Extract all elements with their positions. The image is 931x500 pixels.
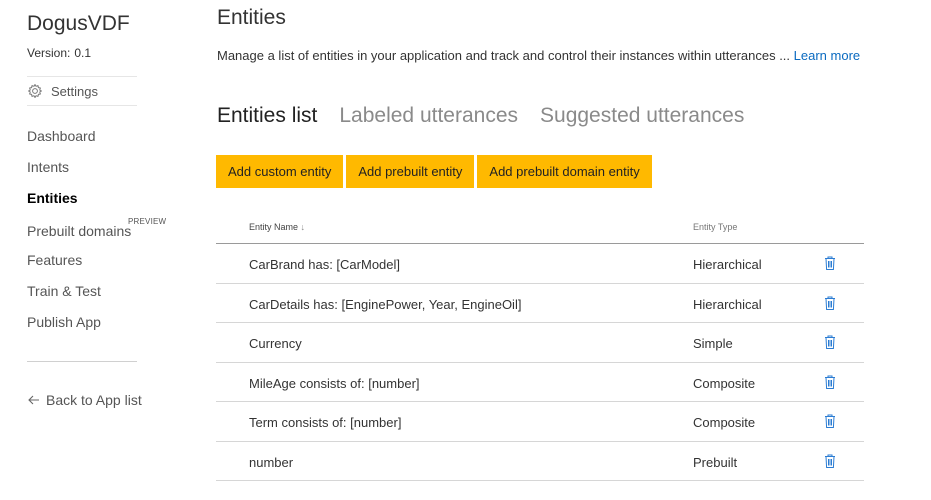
- entity-name[interactable]: Currency: [249, 336, 302, 351]
- action-buttons: Add custom entity Add prebuilt entity Ad…: [216, 155, 655, 188]
- sidebar-divider: [27, 361, 137, 362]
- sidebar-item-label: Train & Test: [27, 283, 101, 299]
- trash-icon[interactable]: [823, 413, 837, 429]
- column-header-entity-name[interactable]: Entity Name ↓: [249, 222, 305, 232]
- gear-icon: [27, 83, 43, 99]
- tab-entities-list[interactable]: Entities list: [217, 104, 317, 128]
- sidebar-item-publish-app[interactable]: Publish App: [27, 314, 131, 345]
- table-row[interactable]: MileAge consists of: [number] Composite: [216, 363, 864, 402]
- table-row[interactable]: CarBrand has: [CarModel] Hierarchical: [216, 244, 864, 284]
- entity-name[interactable]: MileAge consists of: [number]: [249, 376, 420, 391]
- entity-type: Composite: [693, 375, 756, 391]
- sidebar-item-label: Publish App: [27, 314, 101, 330]
- sidebar-item-label: Dashboard: [27, 128, 96, 144]
- table-row[interactable]: number Prebuilt: [216, 442, 864, 481]
- trash-icon[interactable]: [823, 334, 837, 350]
- trash-icon[interactable]: [823, 295, 837, 311]
- entity-name[interactable]: CarDetails has: [EnginePower, Year, Engi…: [249, 297, 521, 312]
- entity-type: Composite: [693, 415, 756, 430]
- table-row[interactable]: CarDetails has: [EnginePower, Year, Engi…: [216, 284, 864, 323]
- entity-type: Simple: [693, 336, 733, 351]
- add-custom-entity-button[interactable]: Add custom entity: [216, 155, 344, 188]
- app-name: DogusVDF: [27, 12, 130, 35]
- entity-name[interactable]: Term consists of: [number]: [249, 415, 401, 430]
- table-header: Entity Name ↓ Entity Type: [216, 209, 864, 244]
- page-title: Entities: [217, 6, 286, 29]
- entities-table: Entity Name ↓ Entity Type CarBrand has: …: [216, 209, 864, 481]
- tab-bar: Entities list Labeled utterances Suggest…: [217, 104, 766, 128]
- sidebar-item-prebuilt-domains[interactable]: Prebuilt domains PREVIEW: [27, 217, 166, 252]
- version-label: Version:: [27, 46, 71, 60]
- trash-icon[interactable]: [823, 374, 837, 390]
- column-header-label: Entity Name: [249, 222, 299, 232]
- sidebar-item-dashboard[interactable]: Dashboard: [27, 128, 131, 159]
- sidebar: DogusVDF Version: 0.1 Settings Dashboard …: [0, 0, 175, 500]
- entity-type: Hierarchical: [693, 296, 762, 312]
- table-row[interactable]: Term consists of: [number] Composite: [216, 402, 864, 442]
- page-description: Manage a list of entities in your applic…: [217, 47, 867, 64]
- tab-suggested-utterances[interactable]: Suggested utterances: [540, 104, 744, 128]
- entity-name[interactable]: number: [249, 455, 293, 470]
- tab-labeled-utterances[interactable]: Labeled utterances: [339, 104, 518, 128]
- entity-type: Hierarchical: [693, 257, 762, 272]
- sidebar-item-label: Features: [27, 252, 83, 268]
- sort-arrow-icon: ↓: [300, 222, 306, 232]
- entity-name[interactable]: CarBrand has: [CarModel]: [249, 257, 400, 272]
- settings-label: Settings: [51, 83, 98, 99]
- settings-link[interactable]: Settings: [27, 76, 137, 106]
- trash-icon[interactable]: [823, 453, 837, 469]
- column-header-entity-type: Entity Type: [693, 222, 738, 232]
- preview-badge: PREVIEW: [128, 217, 167, 226]
- add-prebuilt-entity-button[interactable]: Add prebuilt entity: [346, 155, 475, 188]
- entity-type: Prebuilt: [693, 454, 738, 470]
- back-to-app-list-link[interactable]: Back to App list: [27, 392, 147, 409]
- app-version: Version: 0.1: [27, 46, 91, 60]
- sidebar-item-label: Intents: [27, 159, 70, 175]
- arrow-left-icon: [27, 392, 40, 410]
- sidebar-item-features[interactable]: Features: [27, 252, 131, 283]
- table-row[interactable]: Currency Simple: [216, 323, 864, 363]
- sidebar-item-label: Prebuilt domains: [27, 223, 132, 239]
- sidebar-item-entities[interactable]: Entities: [27, 190, 131, 221]
- back-label: Back to App list: [46, 392, 142, 408]
- sidebar-item-intents[interactable]: Intents: [27, 159, 131, 190]
- trash-icon[interactable]: [823, 255, 837, 271]
- description-text: Manage a list of entities in your applic…: [217, 48, 794, 63]
- sidebar-nav: Dashboard Intents Entities Prebuilt doma…: [27, 128, 166, 345]
- version-value: 0.1: [74, 46, 92, 60]
- sidebar-item-label: Entities: [27, 190, 78, 206]
- add-prebuilt-domain-entity-button[interactable]: Add prebuilt domain entity: [477, 155, 652, 188]
- sidebar-item-train-test[interactable]: Train & Test: [27, 283, 131, 314]
- learn-more-link[interactable]: Learn more: [794, 48, 860, 63]
